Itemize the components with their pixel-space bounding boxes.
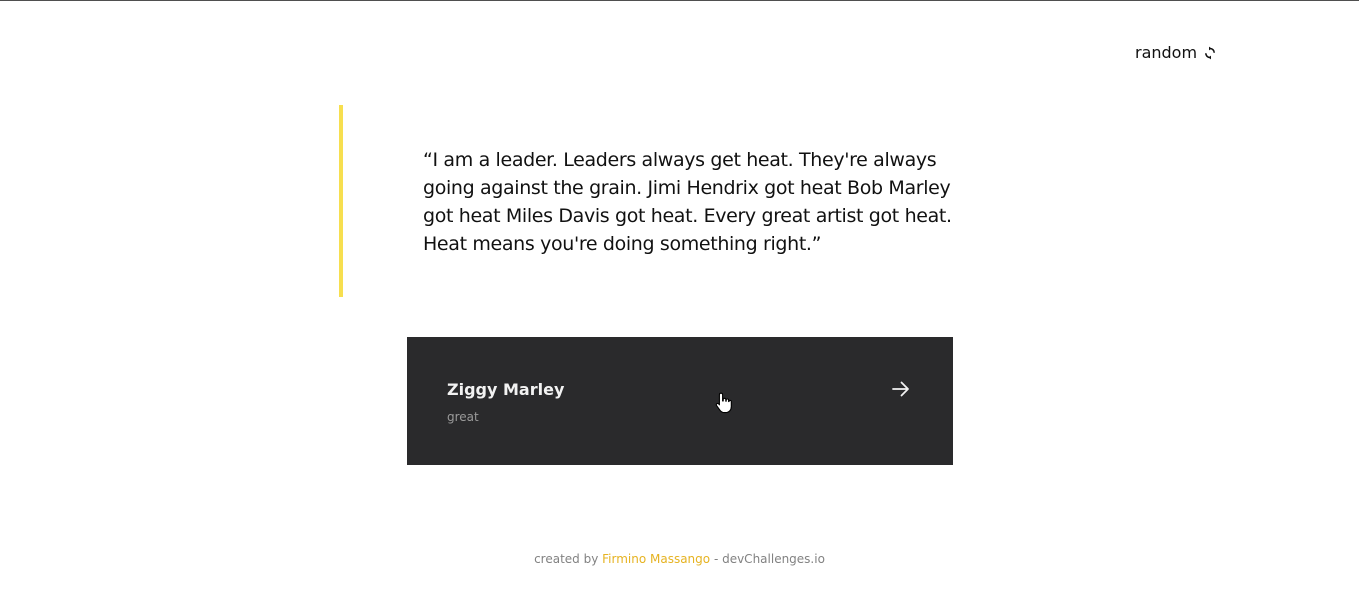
author-card[interactable]: Ziggy Marley great: [407, 337, 953, 465]
footer-suffix: - devChallenges.io: [710, 552, 825, 566]
top-border: [0, 0, 1359, 1]
footer: created by Firmino Massango - devChallen…: [0, 551, 1359, 567]
author-genre: great: [447, 410, 479, 424]
author-name: Ziggy Marley: [447, 380, 565, 399]
arrow-right-icon[interactable]: [891, 379, 911, 403]
random-button[interactable]: random: [1135, 43, 1216, 63]
footer-author-link[interactable]: Firmino Massango: [602, 552, 710, 566]
refresh-icon: [1204, 46, 1216, 60]
quote-accent-bar: [339, 105, 343, 297]
random-label: random: [1135, 43, 1198, 62]
hand-cursor-icon: [715, 392, 733, 418]
footer-prefix: created by: [534, 552, 603, 566]
quote-text: “I am a leader. Leaders always get heat.…: [423, 149, 952, 255]
